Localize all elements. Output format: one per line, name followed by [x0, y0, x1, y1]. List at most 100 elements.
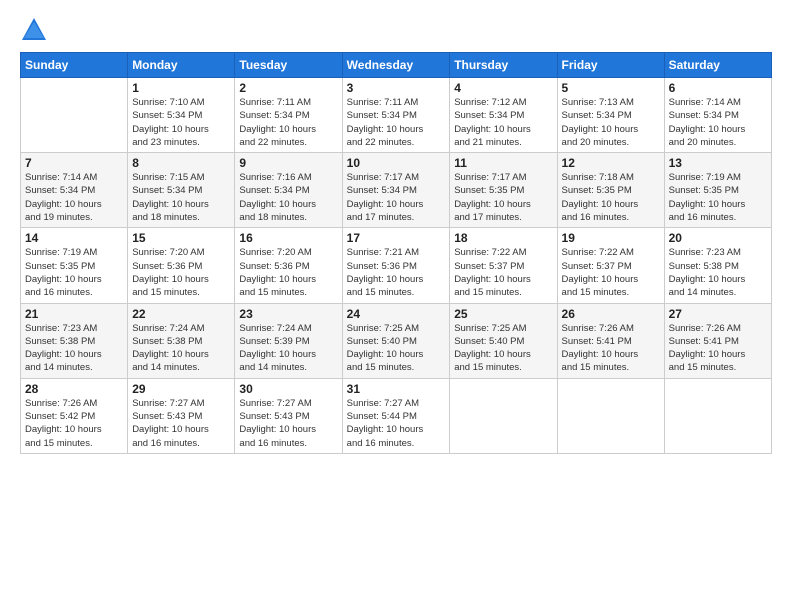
day-info: Sunrise: 7:16 AMSunset: 5:34 PMDaylight:… — [239, 171, 337, 224]
day-number: 17 — [347, 231, 446, 245]
day-number: 19 — [562, 231, 660, 245]
day-info: Sunrise: 7:19 AMSunset: 5:35 PMDaylight:… — [25, 246, 123, 299]
day-number: 14 — [25, 231, 123, 245]
day-number: 6 — [669, 81, 767, 95]
header-row: SundayMondayTuesdayWednesdayThursdayFrid… — [21, 53, 772, 78]
week-row-1: 1Sunrise: 7:10 AMSunset: 5:34 PMDaylight… — [21, 78, 772, 153]
day-header-wednesday: Wednesday — [342, 53, 450, 78]
day-info: Sunrise: 7:14 AMSunset: 5:34 PMDaylight:… — [669, 96, 767, 149]
day-cell: 27Sunrise: 7:26 AMSunset: 5:41 PMDayligh… — [664, 303, 771, 378]
day-header-tuesday: Tuesday — [235, 53, 342, 78]
day-cell: 16Sunrise: 7:20 AMSunset: 5:36 PMDayligh… — [235, 228, 342, 303]
day-number: 23 — [239, 307, 337, 321]
day-number: 26 — [562, 307, 660, 321]
day-number: 21 — [25, 307, 123, 321]
day-info: Sunrise: 7:17 AMSunset: 5:35 PMDaylight:… — [454, 171, 552, 224]
day-info: Sunrise: 7:22 AMSunset: 5:37 PMDaylight:… — [562, 246, 660, 299]
day-info: Sunrise: 7:27 AMSunset: 5:43 PMDaylight:… — [132, 397, 230, 450]
day-header-monday: Monday — [128, 53, 235, 78]
day-cell: 7Sunrise: 7:14 AMSunset: 5:34 PMDaylight… — [21, 153, 128, 228]
day-number: 9 — [239, 156, 337, 170]
day-info: Sunrise: 7:23 AMSunset: 5:38 PMDaylight:… — [25, 322, 123, 375]
day-cell: 15Sunrise: 7:20 AMSunset: 5:36 PMDayligh… — [128, 228, 235, 303]
day-info: Sunrise: 7:26 AMSunset: 5:41 PMDaylight:… — [562, 322, 660, 375]
page: SundayMondayTuesdayWednesdayThursdayFrid… — [0, 0, 792, 612]
day-cell: 18Sunrise: 7:22 AMSunset: 5:37 PMDayligh… — [450, 228, 557, 303]
header — [20, 16, 772, 44]
day-cell — [450, 378, 557, 453]
logo — [20, 16, 52, 44]
day-cell: 3Sunrise: 7:11 AMSunset: 5:34 PMDaylight… — [342, 78, 450, 153]
day-number: 24 — [347, 307, 446, 321]
day-cell: 8Sunrise: 7:15 AMSunset: 5:34 PMDaylight… — [128, 153, 235, 228]
day-number: 3 — [347, 81, 446, 95]
day-info: Sunrise: 7:27 AMSunset: 5:44 PMDaylight:… — [347, 397, 446, 450]
day-info: Sunrise: 7:24 AMSunset: 5:38 PMDaylight:… — [132, 322, 230, 375]
day-info: Sunrise: 7:13 AMSunset: 5:34 PMDaylight:… — [562, 96, 660, 149]
day-cell — [664, 378, 771, 453]
day-cell: 20Sunrise: 7:23 AMSunset: 5:38 PMDayligh… — [664, 228, 771, 303]
day-cell: 25Sunrise: 7:25 AMSunset: 5:40 PMDayligh… — [450, 303, 557, 378]
day-info: Sunrise: 7:14 AMSunset: 5:34 PMDaylight:… — [25, 171, 123, 224]
day-number: 22 — [132, 307, 230, 321]
day-cell: 24Sunrise: 7:25 AMSunset: 5:40 PMDayligh… — [342, 303, 450, 378]
day-number: 29 — [132, 382, 230, 396]
day-cell: 19Sunrise: 7:22 AMSunset: 5:37 PMDayligh… — [557, 228, 664, 303]
day-header-saturday: Saturday — [664, 53, 771, 78]
day-header-sunday: Sunday — [21, 53, 128, 78]
week-row-2: 7Sunrise: 7:14 AMSunset: 5:34 PMDaylight… — [21, 153, 772, 228]
day-header-thursday: Thursday — [450, 53, 557, 78]
day-info: Sunrise: 7:15 AMSunset: 5:34 PMDaylight:… — [132, 171, 230, 224]
day-info: Sunrise: 7:10 AMSunset: 5:34 PMDaylight:… — [132, 96, 230, 149]
day-info: Sunrise: 7:26 AMSunset: 5:41 PMDaylight:… — [669, 322, 767, 375]
day-number: 18 — [454, 231, 552, 245]
day-number: 20 — [669, 231, 767, 245]
day-number: 27 — [669, 307, 767, 321]
day-cell: 21Sunrise: 7:23 AMSunset: 5:38 PMDayligh… — [21, 303, 128, 378]
day-cell: 11Sunrise: 7:17 AMSunset: 5:35 PMDayligh… — [450, 153, 557, 228]
day-info: Sunrise: 7:21 AMSunset: 5:36 PMDaylight:… — [347, 246, 446, 299]
logo-icon — [20, 16, 48, 44]
day-number: 8 — [132, 156, 230, 170]
day-number: 2 — [239, 81, 337, 95]
day-cell — [21, 78, 128, 153]
day-cell: 28Sunrise: 7:26 AMSunset: 5:42 PMDayligh… — [21, 378, 128, 453]
day-number: 5 — [562, 81, 660, 95]
day-cell: 31Sunrise: 7:27 AMSunset: 5:44 PMDayligh… — [342, 378, 450, 453]
day-cell: 13Sunrise: 7:19 AMSunset: 5:35 PMDayligh… — [664, 153, 771, 228]
day-info: Sunrise: 7:18 AMSunset: 5:35 PMDaylight:… — [562, 171, 660, 224]
day-cell: 26Sunrise: 7:26 AMSunset: 5:41 PMDayligh… — [557, 303, 664, 378]
day-cell: 22Sunrise: 7:24 AMSunset: 5:38 PMDayligh… — [128, 303, 235, 378]
calendar-table: SundayMondayTuesdayWednesdayThursdayFrid… — [20, 52, 772, 454]
day-cell: 6Sunrise: 7:14 AMSunset: 5:34 PMDaylight… — [664, 78, 771, 153]
day-info: Sunrise: 7:27 AMSunset: 5:43 PMDaylight:… — [239, 397, 337, 450]
day-cell: 10Sunrise: 7:17 AMSunset: 5:34 PMDayligh… — [342, 153, 450, 228]
day-cell: 29Sunrise: 7:27 AMSunset: 5:43 PMDayligh… — [128, 378, 235, 453]
day-cell: 9Sunrise: 7:16 AMSunset: 5:34 PMDaylight… — [235, 153, 342, 228]
day-info: Sunrise: 7:12 AMSunset: 5:34 PMDaylight:… — [454, 96, 552, 149]
day-cell: 1Sunrise: 7:10 AMSunset: 5:34 PMDaylight… — [128, 78, 235, 153]
day-number: 13 — [669, 156, 767, 170]
day-info: Sunrise: 7:20 AMSunset: 5:36 PMDaylight:… — [239, 246, 337, 299]
day-cell: 4Sunrise: 7:12 AMSunset: 5:34 PMDaylight… — [450, 78, 557, 153]
day-info: Sunrise: 7:19 AMSunset: 5:35 PMDaylight:… — [669, 171, 767, 224]
day-info: Sunrise: 7:11 AMSunset: 5:34 PMDaylight:… — [239, 96, 337, 149]
day-number: 10 — [347, 156, 446, 170]
week-row-3: 14Sunrise: 7:19 AMSunset: 5:35 PMDayligh… — [21, 228, 772, 303]
week-row-5: 28Sunrise: 7:26 AMSunset: 5:42 PMDayligh… — [21, 378, 772, 453]
day-info: Sunrise: 7:17 AMSunset: 5:34 PMDaylight:… — [347, 171, 446, 224]
day-number: 16 — [239, 231, 337, 245]
day-number: 30 — [239, 382, 337, 396]
day-cell: 30Sunrise: 7:27 AMSunset: 5:43 PMDayligh… — [235, 378, 342, 453]
day-cell: 5Sunrise: 7:13 AMSunset: 5:34 PMDaylight… — [557, 78, 664, 153]
day-number: 31 — [347, 382, 446, 396]
day-cell: 2Sunrise: 7:11 AMSunset: 5:34 PMDaylight… — [235, 78, 342, 153]
day-info: Sunrise: 7:11 AMSunset: 5:34 PMDaylight:… — [347, 96, 446, 149]
day-header-friday: Friday — [557, 53, 664, 78]
day-info: Sunrise: 7:26 AMSunset: 5:42 PMDaylight:… — [25, 397, 123, 450]
day-number: 7 — [25, 156, 123, 170]
day-info: Sunrise: 7:22 AMSunset: 5:37 PMDaylight:… — [454, 246, 552, 299]
day-number: 12 — [562, 156, 660, 170]
day-number: 25 — [454, 307, 552, 321]
day-number: 4 — [454, 81, 552, 95]
